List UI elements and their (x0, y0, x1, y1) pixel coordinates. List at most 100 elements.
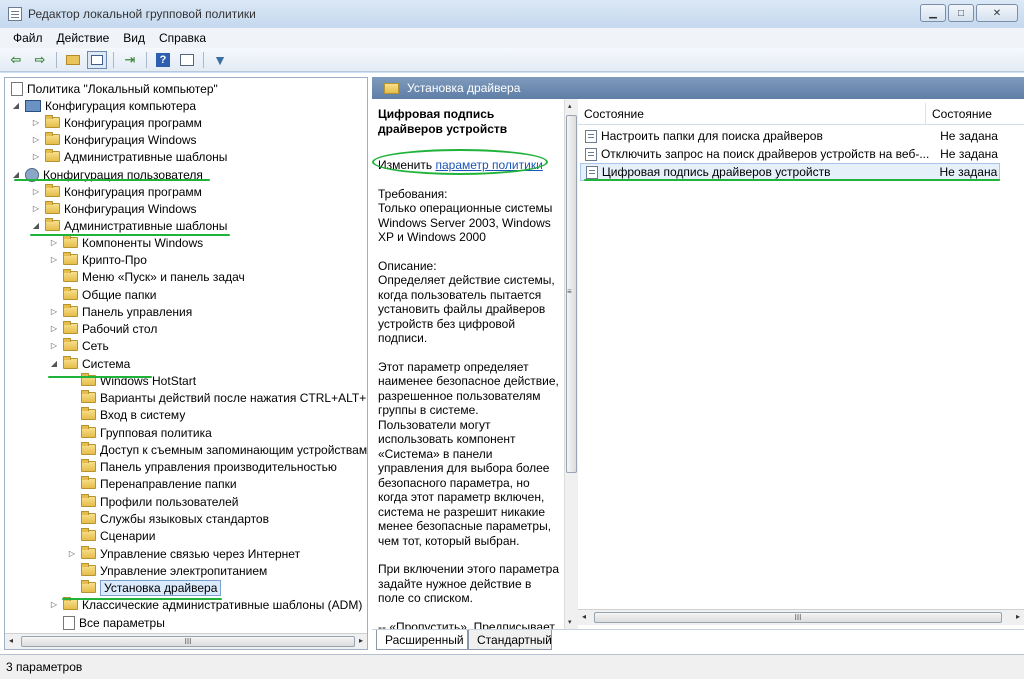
tree-item-computer-config[interactable]: ◢ Конфигурация компьютера (11, 97, 196, 114)
list-horizontal-scrollbar[interactable]: ◂ III ▸ (578, 609, 1024, 625)
tree-item-desktop[interactable]: ▷ Рабочий стол (49, 320, 157, 337)
collapsed-arrow-icon[interactable]: ▷ (49, 341, 59, 350)
close-button[interactable]: ✕ (976, 4, 1018, 22)
collapsed-arrow-icon[interactable]: ▷ (49, 255, 59, 264)
toolbar: ⇦ ⇨ ⇥ ? ▼ (0, 48, 1024, 72)
folder-icon (45, 132, 60, 145)
tree-item-uc-admin[interactable]: ◢ Административные шаблоны (31, 217, 227, 234)
collapsed-arrow-icon[interactable]: ▷ (49, 600, 59, 609)
tree-item-cc-admin[interactable]: ▷ Административные шаблоны (31, 148, 227, 165)
column-header-state[interactable]: Состояние (926, 103, 1024, 124)
expanded-arrow-icon[interactable]: ◢ (11, 101, 21, 110)
scroll-left-icon[interactable]: ◂ (582, 612, 586, 621)
tree-item-start-menu[interactable]: Меню «Пуск» и панель задач (63, 268, 245, 285)
tree-item-redirect[interactable]: Перенаправление папки (81, 475, 237, 492)
tree-item-ctrl-alt-del[interactable]: Варианты действий после нажатия CTRL+ALT… (81, 389, 367, 406)
collapsed-arrow-icon[interactable]: ▷ (31, 152, 41, 161)
folder-icon (81, 563, 96, 576)
window-controls: ▁ □ ✕ (920, 4, 1018, 22)
expanded-arrow-icon[interactable]: ◢ (49, 359, 59, 368)
filter-icon[interactable]: ▼ (210, 51, 230, 69)
tree-item-control-panel[interactable]: ▷ Панель управления (49, 303, 192, 320)
scroll-right-icon[interactable]: ▸ (359, 636, 363, 645)
selected-tree-label: Установка драйвера (100, 579, 222, 596)
status-text: 3 параметров (6, 660, 83, 674)
list-header: Состояние Состояние (578, 103, 1024, 125)
collapsed-arrow-icon[interactable]: ▷ (31, 118, 41, 127)
tab-extended[interactable]: Расширенный (376, 630, 468, 650)
minimize-button[interactable]: ▁ (920, 4, 946, 22)
status-bar: 3 параметров (0, 654, 1024, 679)
scroll-thumb[interactable]: III (21, 636, 355, 647)
expanded-arrow-icon[interactable]: ◢ (11, 170, 21, 179)
back-arrow-icon[interactable]: ⇦ (6, 51, 26, 69)
list-item[interactable]: Настроить папки для поиска драйверов Не … (580, 127, 1000, 145)
tree-item-perf-panel[interactable]: Панель управления производительностью (81, 458, 337, 475)
toolbar-separator (203, 51, 204, 68)
tree-item-logon[interactable]: Вход в систему (81, 406, 185, 423)
scroll-down-icon[interactable]: ▾ (568, 618, 572, 626)
tree-item-driver-install[interactable]: Установка драйвера (81, 579, 222, 596)
folder-icon (45, 184, 60, 197)
up-folder-icon[interactable] (63, 51, 83, 69)
collapsed-arrow-icon[interactable]: ▷ (31, 187, 41, 196)
tree-item-removable[interactable]: Доступ к съемным запоминающим устройства… (81, 441, 367, 458)
menu-action[interactable]: Действие (50, 31, 117, 45)
tree-item-shared-folders[interactable]: Общие папки (63, 286, 156, 303)
tree-item-internet-comm[interactable]: ▷ Управление связью через Интернет (67, 545, 300, 562)
folder-icon (63, 338, 78, 351)
tree-item-network[interactable]: ▷ Сеть (49, 337, 109, 354)
tree-item-scripts[interactable]: Сценарии (81, 527, 155, 544)
menu-file[interactable]: Файл (6, 31, 50, 45)
menu-bar: Файл Действие Вид Справка (0, 28, 1024, 48)
tree-item-cc-windows[interactable]: ▷ Конфигурация Windows (31, 131, 197, 148)
collapsed-arrow-icon[interactable]: ▷ (49, 324, 59, 333)
collapsed-arrow-icon[interactable]: ▷ (67, 549, 77, 558)
computer-icon (25, 99, 41, 112)
tree-item-uc-windows[interactable]: ▷ Конфигурация Windows (31, 200, 197, 217)
tree-item-root[interactable]: Политика "Локальный компьютер" (11, 80, 218, 97)
scroll-left-icon[interactable]: ◂ (9, 636, 13, 645)
scroll-up-icon[interactable]: ▴ (568, 102, 572, 110)
tree-horizontal-scrollbar[interactable]: ◂ III ▸ (5, 633, 367, 649)
tree-item-crypto-pro[interactable]: ▷ Крипто-Про (49, 251, 147, 268)
annotation-underline (48, 376, 152, 378)
folder-icon (81, 580, 96, 593)
maximize-button[interactable]: □ (948, 4, 974, 22)
list-item[interactable]: Отключить запрос на поиск драйверов устр… (580, 145, 1000, 163)
scroll-right-icon[interactable]: ▸ (1016, 612, 1020, 621)
tree-item-system[interactable]: ◢ Система (49, 355, 130, 372)
menu-view[interactable]: Вид (116, 31, 152, 45)
menu-help[interactable]: Справка (152, 31, 213, 45)
description-vertical-scrollbar[interactable]: ▴ ≡ ▾ (564, 99, 578, 629)
show-hide-tree-icon[interactable] (87, 50, 107, 69)
tree-item-all-settings[interactable]: Все параметры (63, 614, 165, 631)
scroll-grip: ≡ (567, 287, 572, 296)
tab-standard[interactable]: Стандартный (468, 630, 552, 650)
tree-item-group-policy[interactable]: Групповая политика (81, 424, 212, 441)
annotation-oval (372, 149, 548, 175)
properties-icon[interactable] (177, 51, 197, 69)
tree-item-profiles[interactable]: Профили пользователей (81, 493, 238, 510)
tree-item-power[interactable]: Управление электропитанием (81, 562, 267, 579)
tree-item-hotstart[interactable]: Windows HotStart (81, 372, 196, 389)
collapsed-arrow-icon[interactable]: ▷ (31, 204, 41, 213)
tree-item-locale[interactable]: Службы языковых стандартов (81, 510, 269, 527)
tree-pane[interactable]: Политика "Локальный компьютер" ◢ Конфигу… (4, 77, 368, 650)
column-header-name[interactable]: Состояние (578, 103, 926, 124)
tree-item-uc-programs[interactable]: ▷ Конфигурация программ (31, 183, 202, 200)
tree-item-cc-programs[interactable]: ▷ Конфигурация программ (31, 114, 202, 131)
export-list-icon[interactable]: ⇥ (120, 51, 140, 69)
policy-setting-icon (585, 129, 597, 143)
expanded-arrow-icon[interactable]: ◢ (31, 221, 41, 230)
window-title: Редактор локальной групповой политики (28, 7, 256, 21)
annotation-underline (62, 598, 222, 600)
collapsed-arrow-icon[interactable]: ▷ (31, 135, 41, 144)
folder-icon (81, 546, 96, 559)
collapsed-arrow-icon[interactable]: ▷ (49, 307, 59, 316)
forward-arrow-icon[interactable]: ⇨ (30, 51, 50, 69)
tree-item-windows-components[interactable]: ▷ Компоненты Windows (49, 234, 203, 251)
help-icon[interactable]: ? (153, 51, 173, 69)
scroll-thumb[interactable]: III (594, 612, 1002, 623)
collapsed-arrow-icon[interactable]: ▷ (49, 238, 59, 247)
